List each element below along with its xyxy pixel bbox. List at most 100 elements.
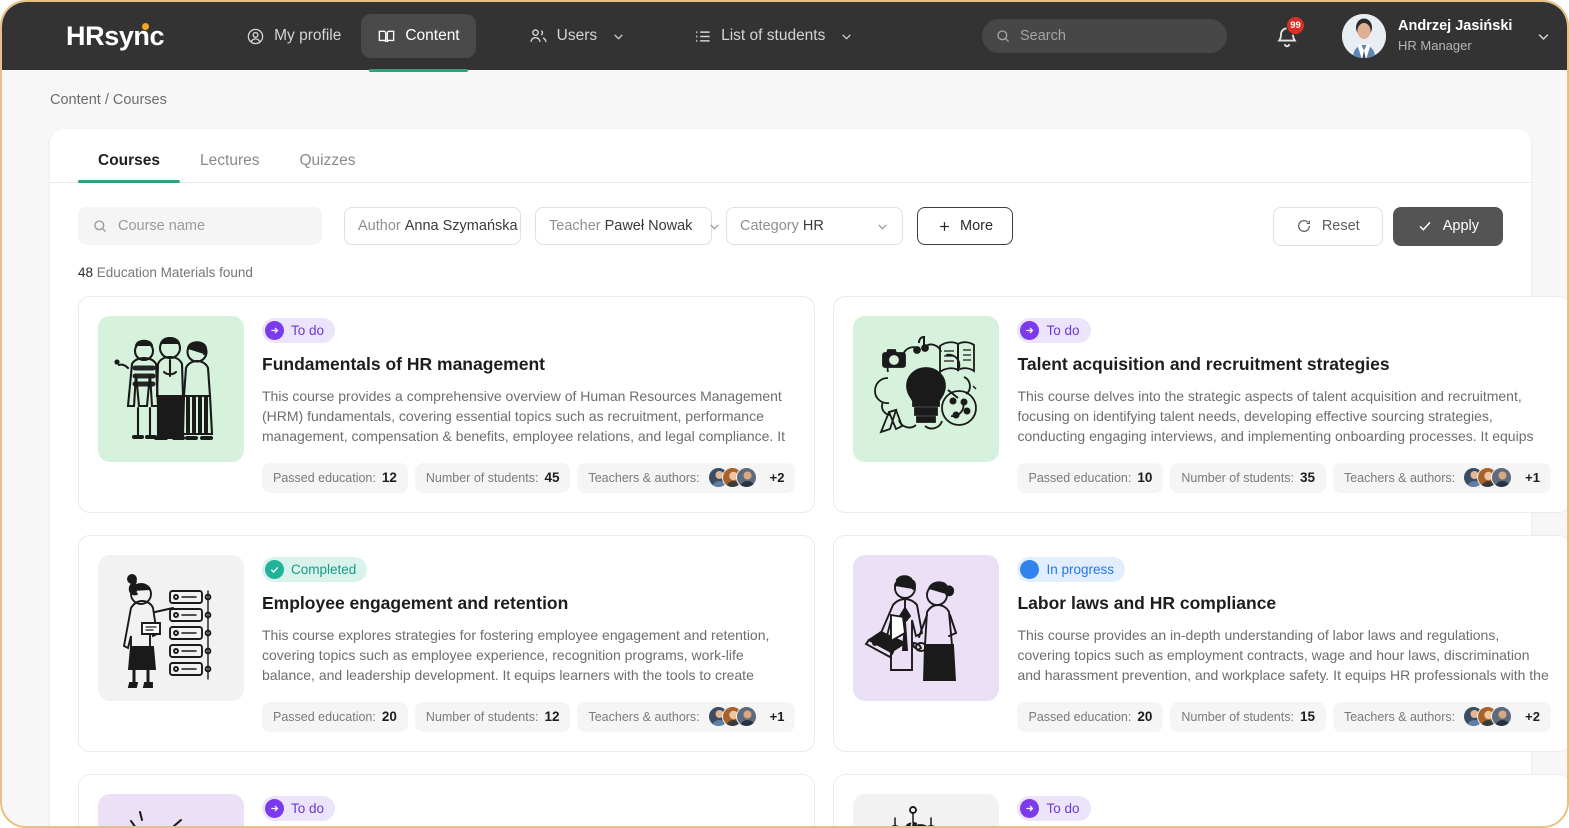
- course-card[interactable]: To do Compensation and benefits: strateg…: [833, 773, 1567, 826]
- app-logo-text: HRsync: [66, 20, 165, 51]
- nav-item-users[interactable]: Users: [512, 14, 641, 58]
- stat-students-label: Number of students:: [1181, 470, 1294, 485]
- stat-number-of-students: Number of students: 35: [1170, 462, 1326, 493]
- course-stats: Passed education: 10 Number of students:…: [1017, 462, 1551, 493]
- profile-menu[interactable]: Andrzej Jasiński HR Manager: [1342, 14, 1551, 58]
- global-search[interactable]: [982, 19, 1227, 53]
- nav-item-my-profile[interactable]: My profile: [230, 14, 357, 58]
- stat-passed-education: Passed education: 12: [262, 462, 408, 493]
- stat-passed-education: Passed education: 10: [1017, 462, 1164, 493]
- course-title: Talent acquisition and recruitment strat…: [1017, 354, 1390, 374]
- course-description: This course delves into the strategic as…: [1017, 387, 1534, 445]
- course-thumbnail: [853, 316, 1000, 462]
- search-icon-2: [92, 218, 108, 234]
- course-thumbnail: [98, 793, 244, 826]
- course-thumbnail: [853, 554, 1000, 701]
- notification-badge: 99: [1286, 16, 1305, 35]
- arrow-right-icon: [265, 321, 284, 340]
- stat-students-value: 15: [1299, 709, 1315, 725]
- avatar-3: [735, 467, 757, 489]
- man-idea-bulb-illustration: [130, 810, 182, 826]
- tab-courses[interactable]: Courses: [78, 152, 181, 183]
- stat-students-value: 12: [544, 709, 560, 725]
- breadcrumb[interactable]: Content / Courses: [2, 70, 1567, 108]
- profile-text: Andrzej Jasiński HR Manager: [1398, 17, 1512, 54]
- course-name-input[interactable]: [118, 218, 308, 234]
- list-icon: [693, 27, 712, 46]
- category-filter-label: Category: [740, 218, 799, 234]
- stat-teachers-label: Teachers & authors:: [588, 470, 700, 485]
- reset-button[interactable]: Reset: [1272, 206, 1383, 246]
- app-window: HRsync My profile Content Users List of …: [0, 0, 1569, 828]
- profile-chevron-down-icon[interactable]: [1536, 29, 1551, 44]
- course-stats: Passed education: 12 Number of students:…: [262, 462, 796, 493]
- status-badge-label: In progress: [1046, 561, 1115, 577]
- more-filters-label: More: [960, 218, 994, 234]
- stat-teachers-authors: Teachers & authors: +2: [1332, 701, 1551, 732]
- course-name-search[interactable]: [78, 207, 322, 245]
- avatar-group[interactable]: [1463, 706, 1513, 728]
- stat-number-of-students: Number of students: 15: [1170, 701, 1326, 732]
- app-logo[interactable]: HRsync: [66, 20, 165, 52]
- arrow-right-icon: [265, 798, 284, 818]
- tab-quizzes[interactable]: Quizzes: [279, 152, 375, 182]
- apply-button[interactable]: Apply: [1392, 206, 1503, 246]
- course-card-body: Completed Employee engagement and retent…: [262, 555, 796, 732]
- stat-passed-label: Passed education:: [1028, 709, 1132, 724]
- stat-number-of-students: Number of students: 12: [414, 701, 571, 732]
- stat-teachers-label: Teachers & authors:: [1343, 470, 1456, 485]
- stat-teachers-authors: Teachers & authors: +1: [577, 701, 796, 732]
- course-card[interactable]: To do Fundamentals of HR management This…: [78, 296, 816, 513]
- course-card[interactable]: To do Performance management and apprais…: [78, 773, 816, 826]
- stat-passed-value: 10: [1137, 470, 1153, 486]
- avatar-group[interactable]: [1463, 467, 1513, 489]
- stat-passed-value: 20: [1137, 709, 1153, 725]
- lightbulb-brain-illustration: [874, 335, 978, 434]
- course-card[interactable]: To do Talent acquisition and recruitment…: [833, 296, 1567, 513]
- status-badge: To do: [262, 318, 336, 343]
- stat-passed-education: Passed education: 20: [262, 701, 408, 732]
- reset-label: Reset: [1321, 218, 1360, 234]
- three-people-illustration: [114, 336, 214, 440]
- refresh-icon: [1296, 218, 1312, 234]
- plus-icon: [937, 219, 952, 234]
- content-panel: Courses Lectures Quizzes AuthorAnna Szym…: [50, 129, 1567, 826]
- chevron-down-icon: [612, 30, 625, 43]
- course-stats: Passed education: 20 Number of students:…: [262, 701, 796, 732]
- nav-item-list-of-students[interactable]: List of students: [677, 14, 869, 58]
- course-title: Labor laws and HR compliance: [1017, 592, 1277, 613]
- course-card-body: To do Compensation and benefits: strateg…: [1017, 794, 1550, 826]
- course-card[interactable]: Completed Employee engagement and retent…: [78, 534, 816, 752]
- person-armchair-illustration: [891, 805, 936, 826]
- top-navigation-bar: HRsync My profile Content Users List of …: [2, 2, 1567, 72]
- avatar-group[interactable]: [707, 706, 757, 728]
- avatar-group[interactable]: [707, 467, 757, 489]
- stat-passed-value: 12: [381, 470, 397, 486]
- author-filter-label: Author: [358, 218, 401, 234]
- arrow-right-icon: [1020, 798, 1040, 818]
- author-filter-select[interactable]: Author Anna Szymańska: [344, 207, 545, 245]
- course-card-body: To do Fundamentals of HR management This…: [262, 316, 796, 493]
- notifications-button[interactable]: 99: [1274, 16, 1306, 52]
- more-filters-button[interactable]: More: [917, 207, 1014, 245]
- author-filter-value: Anna Szymańska: [404, 218, 518, 234]
- teacher-filter-select[interactable]: Teacher Paweł Nowak: [535, 207, 720, 245]
- search-input[interactable]: [1020, 28, 1214, 44]
- stat-passed-value: 20: [381, 709, 397, 725]
- status-badge-label: Completed: [291, 561, 357, 577]
- nav-items: My profile Content Users List of student…: [230, 14, 869, 72]
- stat-students-label: Number of students:: [425, 470, 539, 485]
- stat-students-value: 35: [1299, 470, 1315, 486]
- woman-checklist-illustration: [122, 573, 212, 688]
- nav-item-users-label: Users: [556, 27, 598, 44]
- teacher-filter-label: Teacher: [549, 218, 601, 234]
- avatar: [1342, 14, 1386, 58]
- category-filter-select[interactable]: Category HR: [726, 207, 903, 245]
- tab-lectures[interactable]: Lectures: [180, 152, 279, 182]
- stat-students-label: Number of students:: [1181, 709, 1294, 724]
- course-thumbnail: [98, 316, 244, 462]
- nav-item-content[interactable]: Content: [361, 14, 476, 72]
- course-card[interactable]: In progress Labor laws and HR compliance…: [833, 534, 1567, 752]
- status-badge-label: To do: [291, 800, 325, 816]
- avatar-3: [1491, 706, 1513, 728]
